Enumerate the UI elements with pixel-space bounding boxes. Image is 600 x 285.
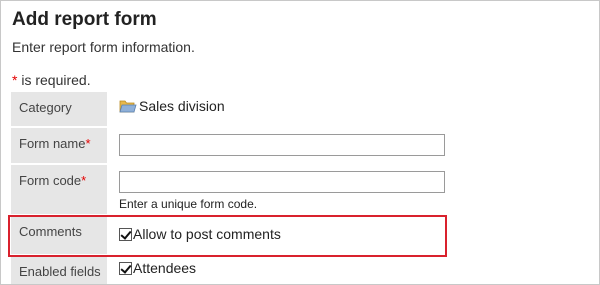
page-title: Add report form — [12, 9, 157, 30]
allow-comments-label[interactable]: Allow to post comments — [133, 226, 281, 242]
folder-icon — [119, 98, 137, 114]
form-name-required-star: * — [85, 136, 91, 151]
attendees-label[interactable]: Attendees — [133, 260, 196, 276]
form-code-required-star: * — [81, 173, 87, 188]
category-value: Sales division — [119, 98, 461, 114]
comments-row: Comments Allow to post comments — [11, 216, 461, 254]
form-name-label: Form name* — [11, 128, 107, 163]
form-name-value-cell — [107, 128, 461, 163]
form-code-value-cell: Enter a unique form code. — [107, 165, 461, 214]
enabled-fields-label: Enabled fields — [11, 256, 107, 284]
form-code-row: Form code* Enter a unique form code. — [11, 165, 461, 214]
allow-comments-option[interactable]: Allow to post comments — [119, 226, 461, 242]
category-name: Sales division — [139, 98, 225, 114]
enabled-fields-value-cell: Attendees — [107, 256, 461, 284]
comments-label: Comments — [11, 216, 107, 254]
attendees-option[interactable]: Attendees — [119, 260, 461, 276]
category-value-cell: Sales division — [107, 92, 461, 126]
required-note-text: is required. — [17, 72, 91, 88]
required-note: * is required. — [12, 72, 91, 88]
form-code-input[interactable] — [119, 171, 445, 193]
report-form-panel: Add report form Enter report form inform… — [0, 0, 600, 285]
enabled-fields-row: Enabled fields Attendees — [11, 256, 461, 284]
form-name-row: Form name* — [11, 128, 461, 163]
form-code-hint: Enter a unique form code. — [119, 197, 258, 211]
comments-value-cell: Allow to post comments — [107, 216, 461, 254]
allow-comments-checkbox[interactable] — [119, 227, 132, 241]
attendees-checkbox[interactable] — [119, 261, 132, 275]
form-name-label-text: Form name — [19, 136, 86, 151]
category-label: Category — [11, 92, 107, 126]
category-row: Category Sales division — [11, 92, 461, 126]
form-code-label: Form code* — [11, 165, 107, 214]
page-subtitle: Enter report form information. — [12, 39, 195, 55]
form-name-input[interactable] — [119, 134, 445, 156]
form-table: Category Sales division Form name* Form … — [11, 92, 461, 284]
form-code-label-text: Form code — [19, 173, 82, 188]
